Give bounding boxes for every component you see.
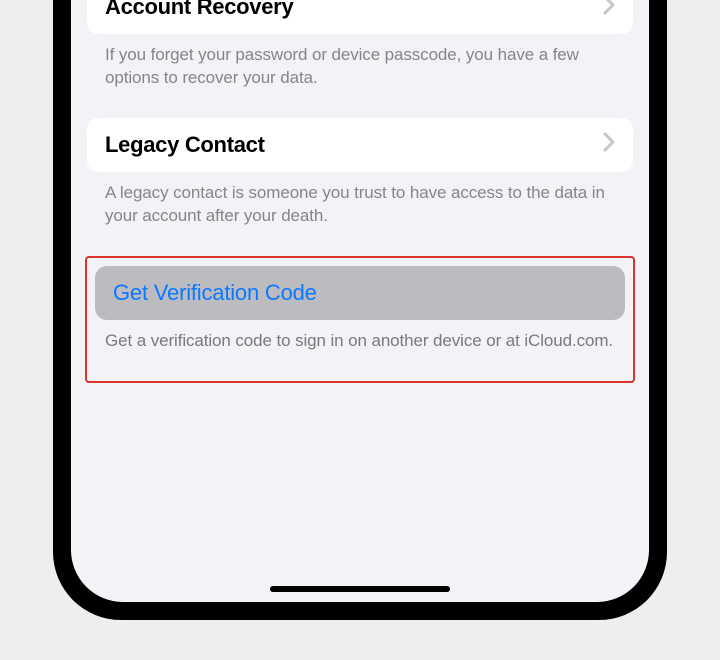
highlight-annotation: Get Verification Code Get a verification… (85, 256, 635, 383)
home-indicator[interactable] (270, 586, 450, 592)
cell-title: Get Verification Code (113, 280, 317, 305)
legacy-contact-section: Legacy Contact A legacy contact is someo… (87, 118, 633, 228)
phone-frame: Account Recovery If you forget your pass… (53, 0, 667, 620)
chevron-right-icon (603, 132, 615, 157)
account-recovery-section: Account Recovery If you forget your pass… (87, 0, 633, 90)
legacy-contact-cell[interactable]: Legacy Contact (87, 118, 633, 172)
section-footer: A legacy contact is someone you trust to… (87, 172, 633, 228)
get-verification-code-cell[interactable]: Get Verification Code (95, 266, 625, 320)
account-recovery-cell[interactable]: Account Recovery (87, 0, 633, 34)
frame-notch (667, 430, 671, 466)
chevron-right-icon (603, 0, 615, 20)
frame-notch (49, 430, 53, 466)
section-footer: Get a verification code to sign in on an… (95, 320, 625, 353)
phone-screen: Account Recovery If you forget your pass… (71, 0, 649, 602)
cell-title: Account Recovery (105, 0, 293, 20)
section-footer: If you forget your password or device pa… (87, 34, 633, 90)
cell-title: Legacy Contact (105, 132, 265, 158)
